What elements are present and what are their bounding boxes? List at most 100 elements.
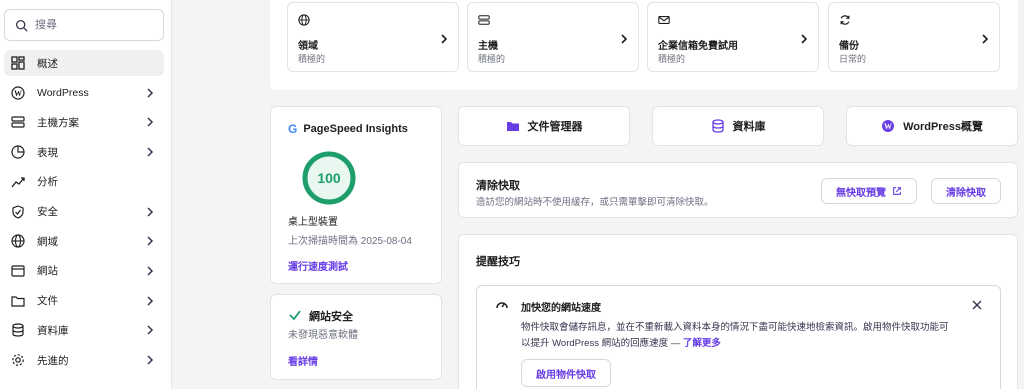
sidebar-item-0[interactable]: 概述 [4, 50, 164, 76]
sidebar-item-3[interactable]: 表現 [4, 139, 164, 165]
folder-icon [11, 294, 25, 308]
performance-icon [11, 145, 25, 159]
security-card: 網站安全 未發現惡意軟體 看詳情 [270, 294, 442, 380]
server-icon [11, 115, 25, 129]
security-title: 網站安全 [309, 311, 353, 323]
quick-card-title: 備份 [839, 41, 859, 52]
chevron-right-icon [441, 34, 448, 44]
chevron-right-icon [147, 296, 154, 306]
globe-icon [11, 234, 25, 248]
chevron-right-icon [147, 147, 154, 157]
quick-card-3[interactable]: 備份 日常的 [828, 2, 1000, 72]
wordpress-icon: W [882, 120, 895, 132]
database-icon [711, 119, 724, 133]
tip-heading: 加快您的網站速度 [521, 303, 601, 314]
pagespeed-title: PageSpeed Insights [303, 123, 408, 135]
view-details-link[interactable]: 看詳情 [288, 353, 318, 368]
quick-card-title: 領域 [298, 41, 318, 52]
database-button[interactable]: 資料庫 [652, 106, 824, 146]
sidebar-item-9[interactable]: 資料庫 [4, 317, 164, 343]
chevron-right-icon [147, 236, 154, 246]
sidebar-item-8[interactable]: 文件 [4, 288, 164, 314]
cache-title: 清除快取 [476, 180, 520, 192]
sidebar-item-label: 網域 [37, 235, 58, 248]
tip-text-line-2: 以提升 WordPress 網站的回應速度 — [521, 338, 681, 349]
mail-icon [658, 14, 670, 26]
file-manager-button[interactable]: 文件管理器 [458, 106, 630, 146]
sidebar-item-label: WordPress [37, 86, 89, 99]
last-scan-text: 上次掃描時間為 2025-08-04 [288, 236, 412, 247]
clear-cache-button[interactable]: 清除快取 [931, 178, 1001, 204]
sidebar-item-label: 資料庫 [37, 324, 69, 337]
chevron-right-icon [147, 88, 154, 98]
tip-box: 加快您的網站速度 物件快取會儲存訊息，並在不重新載入資料本身的情況下盡可能快速地… [476, 285, 1001, 389]
website-icon [11, 264, 25, 278]
no-cache-preview-button[interactable]: 無快取預覽 [821, 178, 917, 204]
tip-text-line-1: 物件快取會儲存訊息，並在不重新載入資料本身的情況下盡可能快速地檢索資訊。啟用物件… [521, 322, 949, 333]
overview-icon [11, 56, 25, 70]
clear-cache-card: 清除快取 造訪您的網站時不使用緩存，或只需單擊即可清除快取。 無快取預覽 清除快… [458, 162, 1018, 218]
tips-card: 提醒技巧 加快您的網站速度 物件快取會儲存訊息，並在不重新載入資料本身的情況下盡… [458, 234, 1018, 389]
enable-object-cache-button[interactable]: 啟用物件快取 [521, 359, 611, 387]
sidebar: 概述 W WordPress 主機方案表現分析安全網域網站文件資料庫先進的 [0, 0, 172, 389]
quick-card-status: 積極的 [298, 54, 326, 64]
server-icon [478, 14, 490, 26]
backup-icon [839, 14, 851, 26]
database-icon [11, 323, 25, 337]
sidebar-item-1[interactable]: W WordPress [4, 80, 164, 106]
sidebar-item-label: 主機方案 [37, 116, 79, 129]
search-input[interactable] [35, 19, 145, 31]
score-value: 100 [317, 170, 341, 186]
quick-card-2[interactable]: 企業信箱免費試用 積極的 [647, 2, 819, 72]
sidebar-item-2[interactable]: 主機方案 [4, 109, 164, 135]
sidebar-item-10[interactable]: 先進的 [4, 347, 164, 373]
quick-card-title: 企業信箱免費試用 [658, 41, 738, 52]
pagespeed-card: G PageSpeed Insights 100 桌上型裝置 上次掃描時間為 2… [270, 106, 442, 284]
chevron-right-icon [147, 266, 154, 276]
sidebar-item-6[interactable]: 網域 [4, 228, 164, 254]
search-box[interactable] [4, 9, 164, 41]
wordpress-overview-button[interactable]: W WordPress概覽 [846, 106, 1018, 146]
tips-title: 提醒技巧 [476, 256, 520, 268]
chevron-right-icon [982, 34, 989, 44]
svg-text:W: W [884, 122, 892, 131]
cache-description: 造訪您的網站時不使用緩存，或只需單擊即可清除快取。 [476, 197, 714, 208]
globe-icon [298, 14, 310, 26]
sidebar-item-label: 分析 [37, 176, 58, 189]
quick-card-1[interactable]: 主機 積極的 [467, 2, 639, 72]
sidebar-item-label: 概述 [37, 57, 58, 70]
chevron-right-icon [147, 206, 154, 217]
folder-icon [506, 122, 519, 131]
gear-icon [11, 353, 25, 367]
quick-card-status: 積極的 [478, 54, 506, 64]
quick-card-title: 主機 [478, 41, 498, 52]
chevron-right-icon [801, 34, 808, 44]
sidebar-item-label: 網站 [37, 265, 58, 278]
learn-more-link[interactable]: 了解更多 [683, 338, 721, 349]
sidebar-item-5[interactable]: 安全 [4, 199, 164, 225]
analytics-icon [11, 175, 25, 189]
device-label: 桌上型裝置 [288, 217, 338, 228]
external-link-icon [893, 187, 901, 195]
chevron-right-icon [147, 117, 154, 127]
chevron-right-icon [621, 34, 628, 44]
quick-card-status: 積極的 [658, 54, 686, 64]
sidebar-item-7[interactable]: 網站 [4, 258, 164, 284]
sidebar-item-label: 表現 [37, 146, 58, 159]
quick-card-status: 日常的 [839, 54, 867, 64]
security-status: 未發現惡意軟體 [288, 330, 358, 341]
wordpress-icon: W [11, 86, 25, 100]
speedometer-icon [496, 302, 508, 309]
sidebar-item-4[interactable]: 分析 [4, 169, 164, 195]
sidebar-item-label: 先進的 [37, 354, 69, 367]
search-icon [15, 19, 28, 32]
chevron-right-icon [147, 355, 154, 365]
run-speed-test-link[interactable]: 運行速度測試 [288, 258, 348, 273]
sidebar-item-label: 文件 [37, 295, 58, 308]
shield-icon [11, 204, 25, 219]
google-icon: G [288, 122, 298, 136]
check-icon [289, 310, 301, 321]
svg-text:W: W [14, 89, 22, 98]
quick-card-0[interactable]: 領域 積極的 [287, 2, 459, 72]
close-icon[interactable] [971, 299, 983, 311]
